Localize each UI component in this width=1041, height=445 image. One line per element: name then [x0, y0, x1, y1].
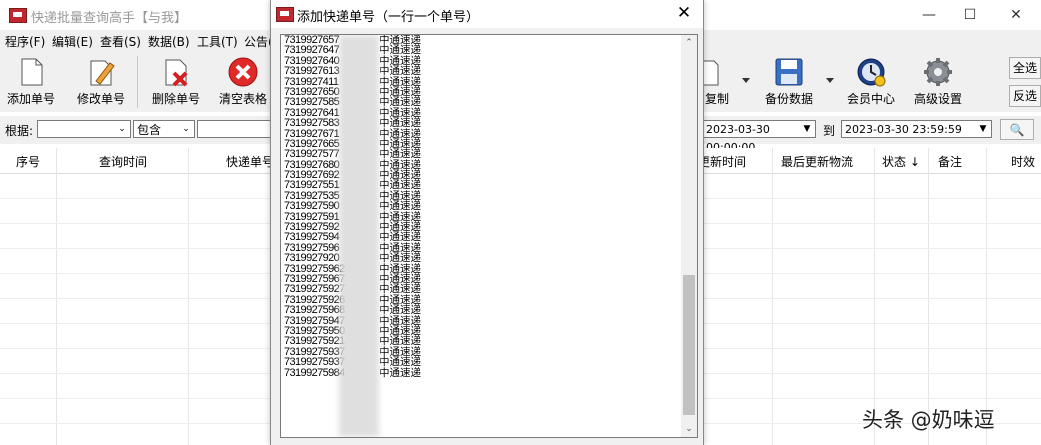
scroll-down-icon[interactable]: ⌄	[681, 421, 697, 437]
filter-by-label: 根据:	[5, 124, 34, 138]
watermark: 头条 @奶味逗	[862, 408, 995, 432]
copy-label: 复制	[704, 92, 729, 106]
scroll-up-icon[interactable]: ⌃	[681, 35, 697, 51]
edit-number-label: 修改单号	[76, 92, 125, 106]
floppy-disk-icon	[774, 57, 804, 87]
date-to-label: 到	[823, 124, 836, 138]
grid-divider	[928, 148, 929, 445]
backup-data-label: 备份数据	[764, 92, 813, 106]
column-update-time[interactable]: 更新时间	[698, 153, 746, 170]
minimize-icon[interactable]: —	[919, 6, 939, 24]
filter-field-select[interactable]: ⌄	[37, 120, 131, 138]
calendar-dropdown-icon: ▼	[979, 124, 987, 134]
pencil-document-icon	[86, 57, 116, 87]
add-tracking-dialog: 添加快递单号（一行一个单号） ✕ 7319927657 中通速递 731992764…	[270, 0, 704, 445]
main-window-title: 快递批量查询高手【与我】	[31, 11, 188, 26]
column-status[interactable]: 状态 ↓	[882, 153, 920, 170]
vertical-scrollbar[interactable]: ⌃ ⌄	[681, 35, 697, 437]
dialog-titlebar: 添加快递单号（一行一个单号） ✕	[271, 0, 703, 28]
edit-number-button[interactable]: 修改单号	[74, 55, 128, 111]
column-query-time[interactable]: 查询时间	[99, 153, 147, 170]
grid-divider	[772, 148, 773, 445]
filter-keyword-input[interactable]	[197, 120, 275, 138]
grid-divider	[188, 148, 189, 445]
clear-table-button[interactable]: 清空表格	[216, 55, 270, 111]
delete-number-label: 删除单号	[151, 92, 200, 106]
dialog-title: 添加快递单号（一行一个单号）	[297, 10, 480, 25]
filter-operator-select[interactable]: 包含 ⌄	[133, 120, 195, 138]
clear-x-icon	[228, 57, 258, 87]
add-number-button[interactable]: 添加单号	[5, 55, 57, 111]
date-from-picker[interactable]: 2023-03-30 00:00:00 ▼	[702, 120, 816, 154]
close-icon[interactable]: ✕	[1006, 6, 1026, 24]
copy-icon	[700, 57, 730, 87]
grid-divider	[874, 148, 875, 445]
carrier-name: 中通速递	[379, 117, 421, 130]
column-timeliness[interactable]: 时效	[1011, 153, 1035, 170]
invert-selection-button[interactable]: 反选	[1009, 85, 1041, 107]
menu-edit[interactable]: 编辑(E)	[52, 33, 93, 50]
close-icon[interactable]: ✕	[675, 3, 693, 23]
menu-view[interactable]: 查看(S)	[100, 33, 141, 50]
scroll-thumb[interactable]	[683, 275, 695, 415]
chevron-down-icon: ⌄	[118, 124, 126, 134]
column-remark[interactable]: 备注	[938, 153, 962, 170]
delete-document-icon	[161, 57, 191, 87]
menu-tools[interactable]: 工具(T)	[197, 33, 238, 50]
redaction-blur	[339, 35, 379, 437]
column-index[interactable]: 序号	[16, 153, 40, 170]
search-button[interactable]: 🔍	[1000, 119, 1034, 140]
maximize-icon[interactable]: ☐	[960, 6, 980, 24]
filter-operator-value: 包含	[137, 123, 162, 137]
tracking-numbers-textarea[interactable]: 7319927657 中通速递 7319927647 中通速递 7319927640 中通…	[280, 34, 698, 438]
app-icon	[276, 7, 294, 22]
carrier-name: 中通速递	[379, 304, 421, 317]
column-tracking-number[interactable]: 快递单号	[226, 153, 274, 170]
advanced-settings-label: 高级设置	[913, 92, 962, 106]
date-to-value: 2023-03-30 23:59:59	[845, 123, 962, 136]
delete-number-button[interactable]: 删除单号	[149, 55, 203, 111]
add-number-label: 添加单号	[6, 92, 55, 106]
copy-dropdown-arrow[interactable]	[742, 78, 750, 83]
gear-icon	[923, 57, 953, 87]
member-center-label: 会员中心	[846, 92, 895, 106]
grid-divider	[986, 148, 987, 445]
dialog-body: 7319927657 中通速递 7319927647 中通速递 7319927640 中通…	[271, 28, 703, 445]
document-icon	[16, 57, 46, 87]
clock-icon	[856, 57, 886, 87]
grid-divider	[56, 148, 57, 445]
menu-notice[interactable]: 公告(	[244, 33, 273, 50]
toolbar-separator	[137, 56, 138, 108]
date-to-picker[interactable]: 2023-03-30 23:59:59 ▼	[841, 120, 992, 138]
carrier-name: 中通速递	[379, 366, 421, 379]
chevron-down-icon: ⌄	[182, 124, 190, 134]
menu-data[interactable]: 数据(B)	[148, 33, 190, 50]
search-icon: 🔍	[1009, 123, 1025, 137]
backup-data-button[interactable]: 备份数据	[762, 55, 816, 111]
advanced-settings-button[interactable]: 高级设置	[911, 55, 965, 111]
app-icon	[9, 8, 27, 23]
clear-table-label: 清空表格	[218, 92, 267, 106]
member-center-button[interactable]: 会员中心	[844, 55, 898, 111]
backup-dropdown-arrow[interactable]	[826, 78, 834, 83]
copy-button[interactable]: 复制	[700, 55, 734, 111]
select-all-button[interactable]: 全选	[1009, 57, 1041, 79]
column-last-logistics[interactable]: 最后更新物流	[781, 153, 853, 170]
menu-program[interactable]: 程序(F)	[5, 33, 45, 50]
calendar-dropdown-icon: ▼	[803, 124, 811, 134]
carrier-name: 中通速递	[379, 356, 421, 369]
